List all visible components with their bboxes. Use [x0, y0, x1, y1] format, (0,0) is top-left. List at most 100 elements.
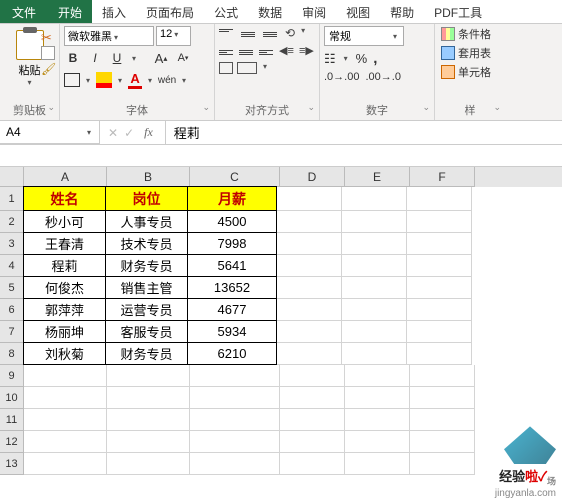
cell[interactable]: [342, 255, 407, 277]
cell[interactable]: [410, 365, 475, 387]
cell[interactable]: [407, 321, 472, 343]
merge-button[interactable]: [237, 62, 257, 74]
cell[interactable]: [280, 387, 345, 409]
border-button[interactable]: [64, 73, 80, 87]
bold-button[interactable]: B: [64, 48, 82, 68]
row-header[interactable]: 9: [0, 365, 24, 387]
cell[interactable]: [280, 453, 345, 475]
increase-decimal-button[interactable]: .0→.00: [324, 71, 359, 83]
cell[interactable]: [24, 365, 107, 387]
align-bottom-button[interactable]: [263, 26, 281, 42]
cell[interactable]: [342, 299, 407, 321]
cell[interactable]: [342, 211, 407, 233]
col-header[interactable]: F: [410, 167, 475, 187]
cell[interactable]: [277, 187, 342, 211]
cell[interactable]: 5641: [187, 254, 277, 277]
underline-button[interactable]: U: [108, 48, 126, 68]
cell[interactable]: [345, 431, 410, 453]
tab-help[interactable]: 帮助: [380, 0, 424, 23]
row-header[interactable]: 8: [0, 343, 24, 365]
cell[interactable]: [345, 453, 410, 475]
cell[interactable]: [277, 233, 342, 255]
cell[interactable]: 何俊杰: [23, 276, 106, 299]
chevron-down-icon[interactable]: ▾: [180, 76, 188, 85]
cell[interactable]: [342, 343, 407, 365]
cell[interactable]: 杨丽坤: [23, 320, 106, 343]
cell[interactable]: [407, 277, 472, 299]
cell[interactable]: 13652: [187, 276, 277, 299]
cell[interactable]: [190, 387, 280, 409]
cell[interactable]: 姓名: [23, 186, 106, 211]
cell[interactable]: [107, 431, 190, 453]
cell[interactable]: 财务专员: [105, 342, 188, 365]
chevron-down-icon[interactable]: ▾: [261, 62, 269, 74]
row-header[interactable]: 11: [0, 409, 24, 431]
cell[interactable]: 4677: [187, 298, 277, 321]
row-header[interactable]: 3: [0, 233, 24, 255]
row-header[interactable]: 5: [0, 277, 24, 299]
format-painter-icon[interactable]: 🖌: [41, 62, 55, 76]
cell[interactable]: [24, 409, 107, 431]
row-header[interactable]: 2: [0, 211, 24, 233]
cell[interactable]: 7998: [187, 232, 277, 255]
cell[interactable]: [410, 431, 475, 453]
chevron-down-icon[interactable]: ▾: [146, 76, 154, 85]
name-box[interactable]: A4▾: [0, 121, 100, 144]
cell[interactable]: [407, 187, 472, 211]
number-format-select[interactable]: 常规▾: [324, 26, 404, 46]
cell[interactable]: 6210: [187, 342, 277, 365]
cell[interactable]: [410, 387, 475, 409]
cell[interactable]: [107, 387, 190, 409]
chevron-down-icon[interactable]: ▾: [25, 78, 33, 87]
cell[interactable]: [277, 277, 342, 299]
row-header[interactable]: 7: [0, 321, 24, 343]
decrease-indent-button[interactable]: ◀≡: [279, 44, 295, 60]
formula-bar[interactable]: 程莉: [166, 121, 562, 144]
cell[interactable]: [345, 365, 410, 387]
row-header[interactable]: 12: [0, 431, 24, 453]
cell[interactable]: [410, 409, 475, 431]
comma-button[interactable]: ,: [373, 50, 377, 67]
col-header[interactable]: A: [24, 167, 107, 187]
cell[interactable]: [107, 453, 190, 475]
cell[interactable]: [277, 321, 342, 343]
col-header[interactable]: D: [280, 167, 345, 187]
tab-insert[interactable]: 插入: [92, 0, 136, 23]
cancel-icon[interactable]: ✕: [108, 126, 118, 140]
cell[interactable]: [407, 299, 472, 321]
align-right-button[interactable]: [259, 44, 275, 60]
font-name-select[interactable]: 微软雅黑▾: [64, 26, 154, 46]
cell[interactable]: [190, 431, 280, 453]
row-header[interactable]: 10: [0, 387, 24, 409]
select-all-corner[interactable]: [0, 167, 24, 187]
copy-icon[interactable]: [41, 46, 55, 60]
cell[interactable]: 销售主管: [105, 276, 188, 299]
font-color-button[interactable]: A: [128, 71, 142, 89]
tab-pdf[interactable]: PDF工具: [424, 0, 492, 23]
cell[interactable]: 刘秋菊: [23, 342, 106, 365]
cell[interactable]: [277, 211, 342, 233]
cell[interactable]: [24, 453, 107, 475]
cell[interactable]: [407, 343, 472, 365]
cell[interactable]: [280, 365, 345, 387]
chevron-down-icon[interactable]: ▾: [130, 54, 138, 63]
cell[interactable]: 5934: [187, 320, 277, 343]
cell-styles-button[interactable]: 单元格: [441, 64, 501, 80]
fx-icon[interactable]: fx: [140, 125, 157, 140]
tab-view[interactable]: 视图: [336, 0, 380, 23]
cell[interactable]: 财务专员: [105, 254, 188, 277]
increase-font-button[interactable]: A▴: [152, 48, 170, 68]
cell[interactable]: 月薪: [187, 186, 277, 211]
align-left-button[interactable]: [219, 44, 235, 60]
tab-file[interactable]: 文件: [0, 0, 48, 23]
cell[interactable]: [342, 233, 407, 255]
align-center-button[interactable]: [239, 44, 255, 60]
row-header[interactable]: 1: [0, 187, 24, 211]
row-header[interactable]: 13: [0, 453, 24, 475]
tab-formulas[interactable]: 公式: [204, 0, 248, 23]
cell[interactable]: 运营专员: [105, 298, 188, 321]
align-top-button[interactable]: [219, 26, 237, 42]
cell[interactable]: [107, 409, 190, 431]
phonetic-button[interactable]: wén: [158, 70, 176, 90]
cell[interactable]: 4500: [187, 210, 277, 233]
